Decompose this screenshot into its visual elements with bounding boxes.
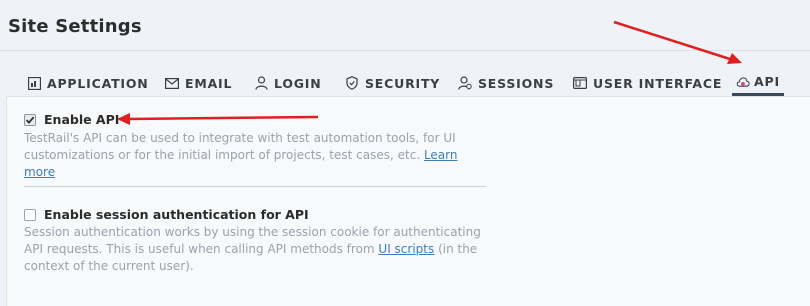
- tab-email[interactable]: EMAIL: [165, 70, 232, 96]
- enable-api-description: TestRail's API can be used to integrate …: [24, 130, 484, 181]
- enable-api-description-text: TestRail's API can be used to integrate …: [24, 131, 456, 162]
- tab-application[interactable]: APPLICATION: [27, 70, 149, 96]
- page-title: Site Settings: [8, 16, 142, 37]
- header: Site Settings: [0, 0, 810, 51]
- session-auth-label[interactable]: Enable session authentication for API: [44, 207, 309, 222]
- tab-label: SESSIONS: [478, 75, 555, 91]
- settings-tabs: APPLICATION EMAIL LOGIN SECURITY SESSION…: [0, 70, 810, 96]
- tab-label: USER INTERFACE: [593, 75, 723, 91]
- session-auth-description: Session authentication works by using th…: [24, 224, 484, 275]
- enable-api-checkbox[interactable]: [24, 113, 36, 126]
- login-icon: [254, 76, 268, 90]
- session-auth-row: Enable session authentication for API: [24, 207, 309, 222]
- session-auth-checkbox[interactable]: [24, 208, 36, 221]
- enable-api-label[interactable]: Enable API: [44, 112, 119, 127]
- tab-login[interactable]: LOGIN: [254, 70, 322, 96]
- tab-api[interactable]: API: [732, 70, 784, 96]
- application-icon: [27, 76, 41, 90]
- api-settings-panel: Enable API TestRail's API can be used to…: [6, 96, 810, 306]
- user-interface-icon: [573, 76, 587, 90]
- tab-label: LOGIN: [274, 75, 322, 91]
- email-icon: [165, 76, 179, 90]
- tab-label: API: [754, 74, 780, 89]
- shield-icon: [345, 76, 359, 90]
- api-icon: [736, 75, 750, 89]
- tab-label: APPLICATION: [47, 75, 149, 91]
- tab-security[interactable]: SECURITY: [345, 70, 440, 96]
- sessions-icon: [458, 76, 472, 90]
- tab-label: SECURITY: [365, 75, 441, 91]
- tab-user-interface[interactable]: USER INTERFACE: [573, 70, 722, 96]
- tab-label: EMAIL: [185, 75, 233, 91]
- checkmark-icon: [25, 116, 35, 124]
- enable-api-row: Enable API: [24, 112, 119, 127]
- tab-sessions[interactable]: SESSIONS: [458, 70, 554, 96]
- section-divider: [24, 186, 486, 187]
- ui-scripts-link[interactable]: UI scripts: [378, 242, 434, 256]
